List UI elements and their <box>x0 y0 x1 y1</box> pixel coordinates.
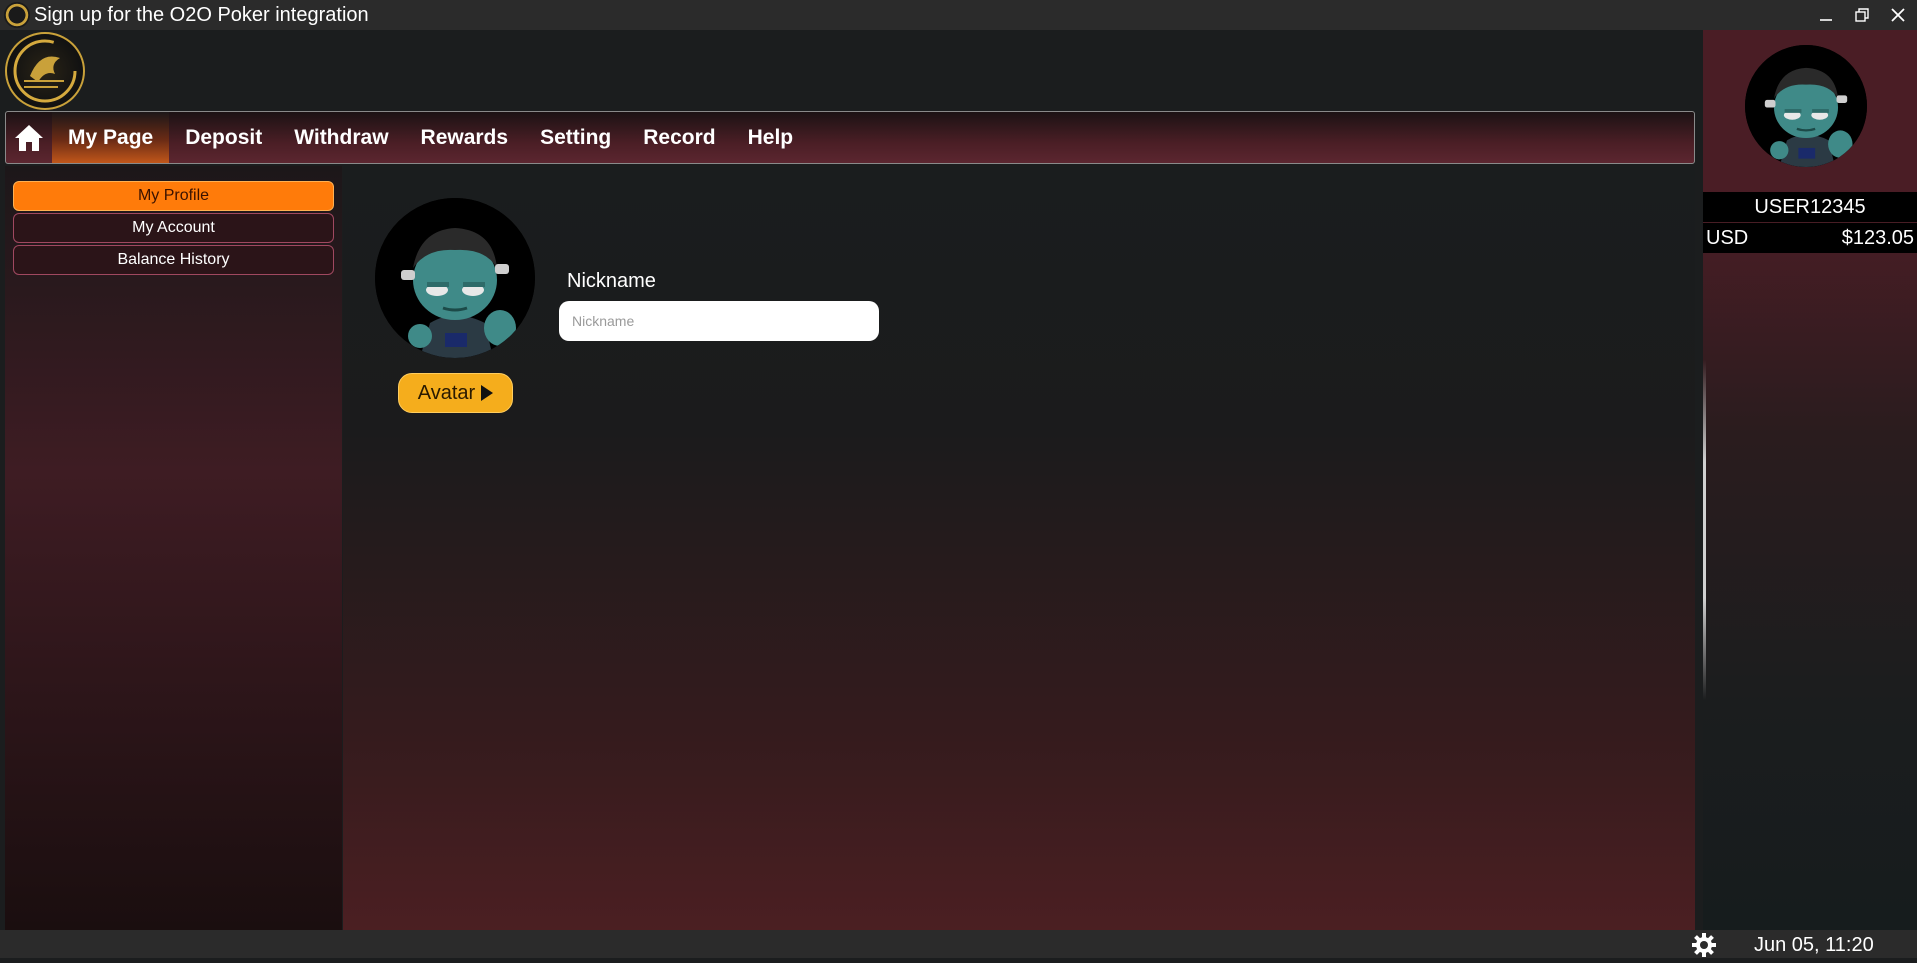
header <box>0 30 1703 110</box>
nickname-input[interactable] <box>559 301 879 341</box>
dragon-asia-gaming-logo[interactable] <box>5 32 85 110</box>
window-title: Sign up for the O2O Poker integration <box>34 3 369 26</box>
zombie-avatar-icon <box>375 198 535 358</box>
logo-emblem-icon <box>13 39 77 103</box>
currency-label: USD <box>1706 226 1749 249</box>
account-panel: USER12345 USD $123.05 <box>1703 30 1917 930</box>
home-button[interactable] <box>6 112 52 163</box>
play-arrow-icon <box>481 385 494 401</box>
sidebar-item-balance-history[interactable]: Balance History <box>13 245 334 275</box>
status-bar: Jun 05, 11:20 <box>0 930 1917 958</box>
restore-icon[interactable] <box>1851 4 1873 26</box>
zombie-avatar-icon <box>1745 45 1867 167</box>
close-icon[interactable] <box>1887 4 1909 26</box>
datetime: Jun 05, 11:20 <box>1754 934 1874 956</box>
balance-row: USD $123.05 <box>1703 223 1917 253</box>
avatar-button[interactable]: Avatar <box>398 373 513 413</box>
user-avatar[interactable] <box>1745 45 1867 167</box>
panel-divider <box>1703 360 1706 700</box>
nav-withdraw[interactable]: Withdraw <box>278 112 404 163</box>
nav-rewards[interactable]: Rewards <box>405 112 525 163</box>
app-logo-icon <box>4 2 30 28</box>
title-bar: Sign up for the O2O Poker integration <box>0 0 1917 30</box>
avatar-button-label: Avatar <box>417 381 476 404</box>
avatar <box>375 198 535 358</box>
nickname-label: Nickname <box>567 270 656 292</box>
username: USER12345 <box>1703 192 1917 222</box>
main-nav: My Page Deposit Withdraw Rewards Setting… <box>5 111 1695 164</box>
balance-amount: $123.05 <box>1841 226 1914 249</box>
minimize-icon[interactable] <box>1815 4 1837 26</box>
sidebar: My Profile My Account Balance History <box>5 166 342 930</box>
sidebar-item-my-account[interactable]: My Account <box>13 213 334 243</box>
nav-deposit[interactable]: Deposit <box>169 112 278 163</box>
nav-help[interactable]: Help <box>732 112 810 163</box>
home-icon <box>15 124 43 151</box>
sidebar-item-my-profile[interactable]: My Profile <box>13 181 334 211</box>
nav-my-page[interactable]: My Page <box>52 112 170 163</box>
window-controls <box>1815 0 1909 30</box>
nav-record[interactable]: Record <box>627 112 731 163</box>
nav-setting[interactable]: Setting <box>524 112 627 163</box>
gear-icon[interactable] <box>1691 932 1717 958</box>
profile-panel: Avatar Nickname <box>343 166 1695 930</box>
